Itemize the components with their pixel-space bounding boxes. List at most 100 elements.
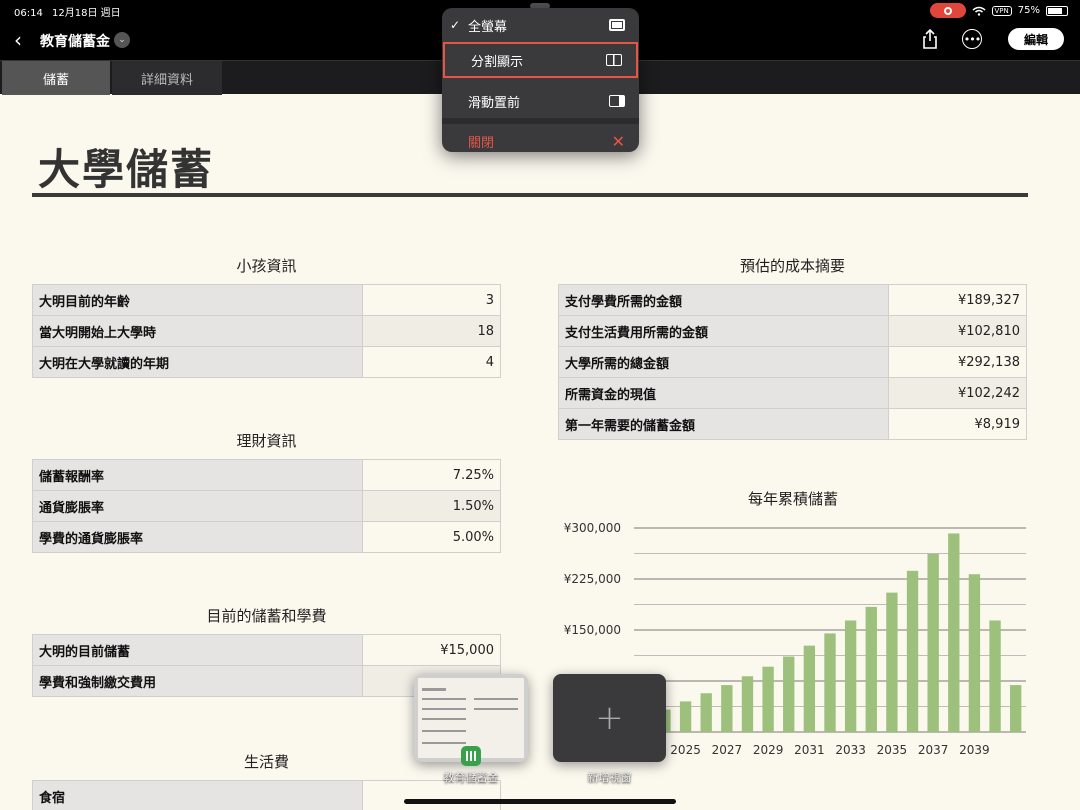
chart-bar[interactable] (679, 701, 692, 732)
more-options-icon[interactable]: ••• (962, 29, 982, 49)
back-chevron-icon[interactable]: ‹ (8, 28, 28, 52)
row-value[interactable]: 3 (362, 284, 501, 316)
y-tick-label: ¥300,000 (564, 521, 621, 535)
menu-item-label: 關閉 (468, 135, 495, 151)
row-label[interactable]: 大明在大學就讀的年期 (32, 346, 363, 378)
row-label[interactable]: 所需資金的現值 (558, 377, 889, 409)
row-value[interactable]: ¥15,000 (362, 634, 501, 666)
tab-details[interactable]: 詳細資料 (112, 61, 222, 95)
chart-bar[interactable] (700, 693, 712, 732)
status-icons: VPN 75% (929, 3, 1068, 18)
menu-item-split-view[interactable]: 分割顯示 (443, 42, 638, 78)
row-label[interactable]: 當大明開始上大學時 (32, 315, 363, 347)
table-row[interactable]: 支付生活費用所需的金額 ¥102,810 (558, 315, 1027, 347)
row-value[interactable]: ¥102,242 (888, 377, 1027, 409)
row-value[interactable]: 1.50% (362, 490, 501, 522)
row-label[interactable]: 大明目前的年齡 (32, 284, 363, 316)
table-row[interactable]: 學費的通貨膨脹率 5.00% (32, 521, 501, 553)
x-tick-label: 2035 (877, 743, 908, 757)
row-value[interactable]: ¥292,138 (888, 346, 1027, 378)
window-thumbnail-label: 教育儲蓄金 (443, 771, 499, 784)
battery-icon (1046, 5, 1068, 16)
screen-recording-icon[interactable] (929, 3, 966, 18)
menu-item-slide-over[interactable]: 滑動置前 (442, 84, 639, 118)
row-value[interactable]: ¥189,327 (888, 284, 1027, 316)
table-row[interactable]: 當大明開始上大學時 18 (32, 315, 501, 347)
chart-bar[interactable] (844, 620, 857, 732)
row-label[interactable]: 儲蓄報酬率 (32, 459, 363, 491)
row-label[interactable]: 大學所需的總金額 (558, 346, 889, 378)
cost-summary-table: 支付學費所需的金額 ¥189,327 支付生活費用所需的金額 ¥102,810 大學… (558, 284, 1027, 440)
title-divider (32, 193, 1028, 197)
finance-info-table: 儲蓄報酬率 7.25% 通貨膨脹率 1.50% 學費的通貨膨脹率 5.00% (32, 459, 501, 553)
x-tick-label: 2029 (753, 743, 784, 757)
x-tick-label: 2037 (918, 743, 949, 757)
table-row[interactable]: 大明在大學就讀的年期 4 (32, 346, 501, 378)
row-label[interactable]: 通貨膨脹率 (32, 490, 363, 522)
new-window-button[interactable]: + (553, 674, 666, 762)
battery-percent: 75% (1017, 5, 1040, 16)
chart-bar[interactable] (865, 606, 877, 732)
row-label[interactable]: 學費的通貨膨脹率 (32, 521, 363, 553)
x-tick-label: 2031 (794, 743, 825, 757)
menu-item-fullscreen[interactable]: ✓ 全螢幕 (442, 8, 639, 42)
status-bar: 06:14 12月18日 週日 (14, 4, 127, 19)
row-value[interactable]: 5.00% (362, 521, 501, 553)
cost-summary-title: 預估的成本摘要 (739, 257, 845, 275)
new-window-label: 新增視窗 (587, 771, 632, 784)
menu-item-close[interactable]: 關閉 ✕ (442, 124, 639, 158)
share-icon[interactable] (920, 28, 940, 50)
plus-icon: + (595, 698, 624, 738)
chart-bar[interactable] (886, 592, 898, 732)
table-row[interactable]: 大明的目前儲蓄 ¥15,000 (32, 634, 501, 666)
chart-bar[interactable] (906, 570, 919, 732)
table-row[interactable]: 第一年需要的儲蓄金額 ¥8,919 (558, 408, 1027, 440)
chart-bar[interactable] (783, 656, 795, 732)
slide-over-icon (609, 95, 625, 107)
table-row[interactable]: 所需資金的現值 ¥102,242 (558, 377, 1027, 409)
table-row[interactable]: 大明目前的年齡 3 (32, 284, 501, 316)
fullscreen-icon (609, 19, 625, 31)
table-row[interactable]: 通貨膨脹率 1.50% (32, 490, 501, 522)
chart-bar[interactable] (721, 685, 733, 732)
row-label[interactable]: 食宿 (32, 780, 363, 810)
chart-bar[interactable] (803, 645, 816, 732)
finance-info-title: 理財資訊 (236, 432, 297, 450)
x-tick-label: 2027 (712, 743, 743, 757)
chart-bar[interactable] (1010, 685, 1022, 732)
chart-bar[interactable] (989, 620, 1001, 732)
chart-bar[interactable] (948, 533, 960, 732)
chart-bar[interactable] (741, 676, 754, 732)
x-tick-label: 2033 (835, 743, 866, 757)
table-row[interactable]: 大學所需的總金額 ¥292,138 (558, 346, 1027, 378)
wifi-icon (972, 6, 985, 16)
row-label[interactable]: 支付學費所需的金額 (558, 284, 889, 316)
row-value[interactable]: 7.25% (362, 459, 501, 491)
chart-bar[interactable] (824, 633, 836, 732)
row-label[interactable]: 大明的目前儲蓄 (32, 634, 363, 666)
title-dropdown-chevron-icon[interactable]: ⌄ (114, 32, 130, 48)
current-savings-title: 目前的儲蓄和學費 (206, 607, 327, 625)
chart-bar[interactable] (968, 574, 981, 732)
row-label[interactable]: 支付生活費用所需的金額 (558, 315, 889, 347)
sheet-title: 大學儲蓄 (38, 145, 215, 194)
row-label[interactable]: 學費和強制繳交費用 (32, 665, 363, 697)
chart-bar[interactable] (762, 666, 774, 732)
chart-bar[interactable] (927, 553, 939, 732)
row-label[interactable]: 第一年需要的儲蓄金額 (558, 408, 889, 440)
table-row[interactable]: 支付學費所需的金額 ¥189,327 (558, 284, 1027, 316)
home-indicator[interactable] (404, 799, 676, 804)
multitasking-menu: ✓ 全螢幕 分割顯示 滑動置前 關閉 ✕ (442, 8, 639, 152)
document-title[interactable]: 教育儲蓄金 (40, 31, 110, 51)
edit-button[interactable]: 編輯 (1008, 28, 1064, 50)
row-value[interactable]: ¥102,810 (888, 315, 1027, 347)
row-value[interactable]: 18 (362, 315, 501, 347)
tab-savings[interactable]: 儲蓄 (2, 61, 110, 95)
status-time: 06:14 (14, 8, 43, 19)
vpn-badge: VPN (991, 5, 1012, 16)
row-value[interactable]: ¥8,919 (888, 408, 1027, 440)
row-value[interactable]: 4 (362, 346, 501, 378)
close-icon: ✕ (611, 131, 625, 151)
table-row[interactable]: 儲蓄報酬率 7.25% (32, 459, 501, 491)
x-tick-label: 2039 (959, 743, 990, 757)
